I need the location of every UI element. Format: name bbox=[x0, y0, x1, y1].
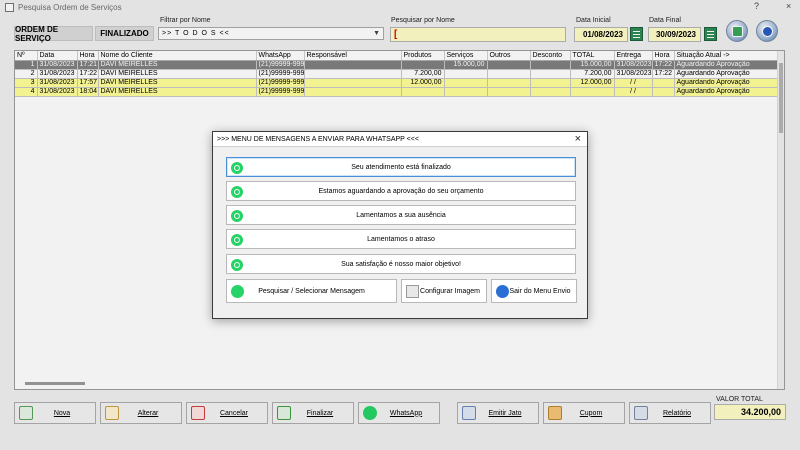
tools-icon bbox=[406, 285, 419, 298]
exit-menu-button[interactable]: Sair do Menu Envio bbox=[491, 279, 577, 303]
configure-image-button[interactable]: Configurar Imagem bbox=[401, 279, 487, 303]
dialog-title: >>> MENU DE MENSAGENS A ENVIAR PARA WHAT… bbox=[217, 135, 419, 143]
message-option-2[interactable]: Estamos aguardando a aprovação do seu or… bbox=[226, 181, 576, 201]
dialog-header: >>> MENU DE MENSAGENS A ENVIAR PARA WHAT… bbox=[213, 132, 587, 147]
whatsapp-icon bbox=[231, 186, 243, 198]
whatsapp-icon bbox=[231, 210, 243, 222]
whatsapp-icon bbox=[231, 259, 243, 271]
message-label: Sua satisfação é nosso maior objetivo! bbox=[341, 260, 461, 268]
message-label: Seu atendimento está finalizado bbox=[351, 163, 451, 171]
message-option-1[interactable]: Seu atendimento está finalizado bbox=[226, 157, 576, 177]
message-label: Lamentamos a sua ausência bbox=[356, 211, 446, 219]
close-icon[interactable]: × bbox=[575, 132, 581, 147]
message-option-4[interactable]: Lamentamos o atraso bbox=[226, 229, 576, 249]
search-message-button[interactable]: Pesquisar / Selecionar Mensagem bbox=[226, 279, 397, 303]
search-message-label: Pesquisar / Selecionar Mensagem bbox=[258, 287, 365, 295]
message-option-5[interactable]: Sua satisfação é nosso maior objetivo! bbox=[226, 254, 576, 274]
message-label: Lamentamos o atraso bbox=[367, 235, 435, 243]
message-option-3[interactable]: Lamentamos a sua ausência bbox=[226, 205, 576, 225]
exit-icon bbox=[496, 285, 509, 298]
whatsapp-icon bbox=[231, 234, 243, 246]
whatsapp-icon bbox=[231, 285, 244, 298]
message-label: Estamos aguardando a aprovação do seu or… bbox=[318, 187, 484, 195]
whatsapp-message-dialog: >>> MENU DE MENSAGENS A ENVIAR PARA WHAT… bbox=[212, 131, 588, 319]
whatsapp-icon bbox=[231, 162, 243, 174]
